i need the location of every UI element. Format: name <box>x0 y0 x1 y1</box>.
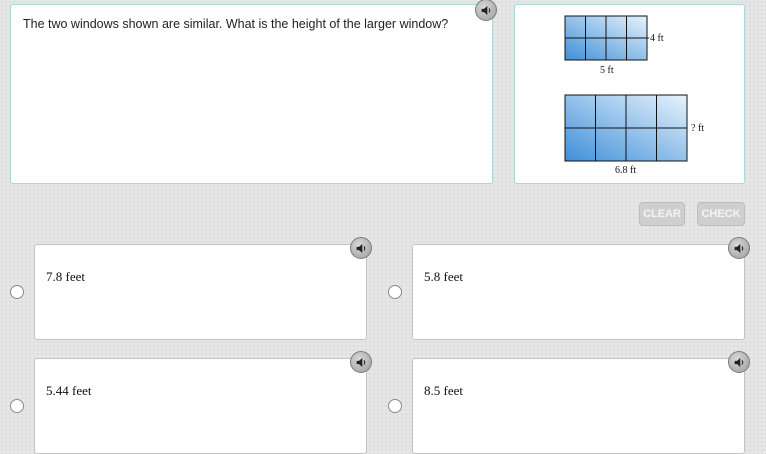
choice-d-audio-button[interactable] <box>728 351 750 373</box>
choice-b-audio-button[interactable] <box>728 237 750 259</box>
large-width-label: 6.8 ft <box>615 165 636 176</box>
small-window <box>564 15 649 61</box>
small-height-label: 4 ft <box>650 33 664 44</box>
speaker-icon <box>356 357 365 367</box>
large-window <box>564 94 688 162</box>
answer-choice-b[interactable]: 5.8 feet <box>412 244 745 340</box>
answer-choice-d[interactable]: 8.5 feet <box>412 358 745 454</box>
choice-a-radio[interactable] <box>10 285 24 299</box>
answer-choice-a[interactable]: 7.8 feet <box>34 244 367 340</box>
clear-button[interactable]: CLEAR <box>639 202 685 226</box>
choice-c-audio-button[interactable] <box>350 351 372 373</box>
question-audio-button[interactable] <box>475 0 497 21</box>
speaker-icon <box>481 5 490 15</box>
choice-a-label: 7.8 feet <box>46 269 85 284</box>
choice-a-audio-button[interactable] <box>350 237 372 259</box>
large-height-label: ? ft <box>691 123 704 134</box>
answer-choice-c[interactable]: 5.44 feet <box>34 358 367 454</box>
question-text: The two windows shown are similar. What … <box>23 17 449 31</box>
choice-b-label: 5.8 feet <box>424 269 463 284</box>
windows-figure: 4 ft 5 ft ? ft 6.8 ft <box>564 15 704 176</box>
small-width-label: 5 ft <box>600 65 614 76</box>
choice-d-radio[interactable] <box>388 399 402 413</box>
question-panel: The two windows shown are similar. What … <box>10 4 493 184</box>
choice-c-label: 5.44 feet <box>46 383 92 398</box>
speaker-icon <box>734 243 743 253</box>
speaker-icon <box>356 243 365 253</box>
speaker-icon <box>734 357 743 367</box>
figure-panel: 4 ft 5 ft ? ft 6.8 ft <box>514 4 745 184</box>
check-button[interactable]: CHECK <box>697 202 745 226</box>
choice-d-label: 8.5 feet <box>424 383 463 398</box>
choice-b-radio[interactable] <box>388 285 402 299</box>
choice-c-radio[interactable] <box>10 399 24 413</box>
